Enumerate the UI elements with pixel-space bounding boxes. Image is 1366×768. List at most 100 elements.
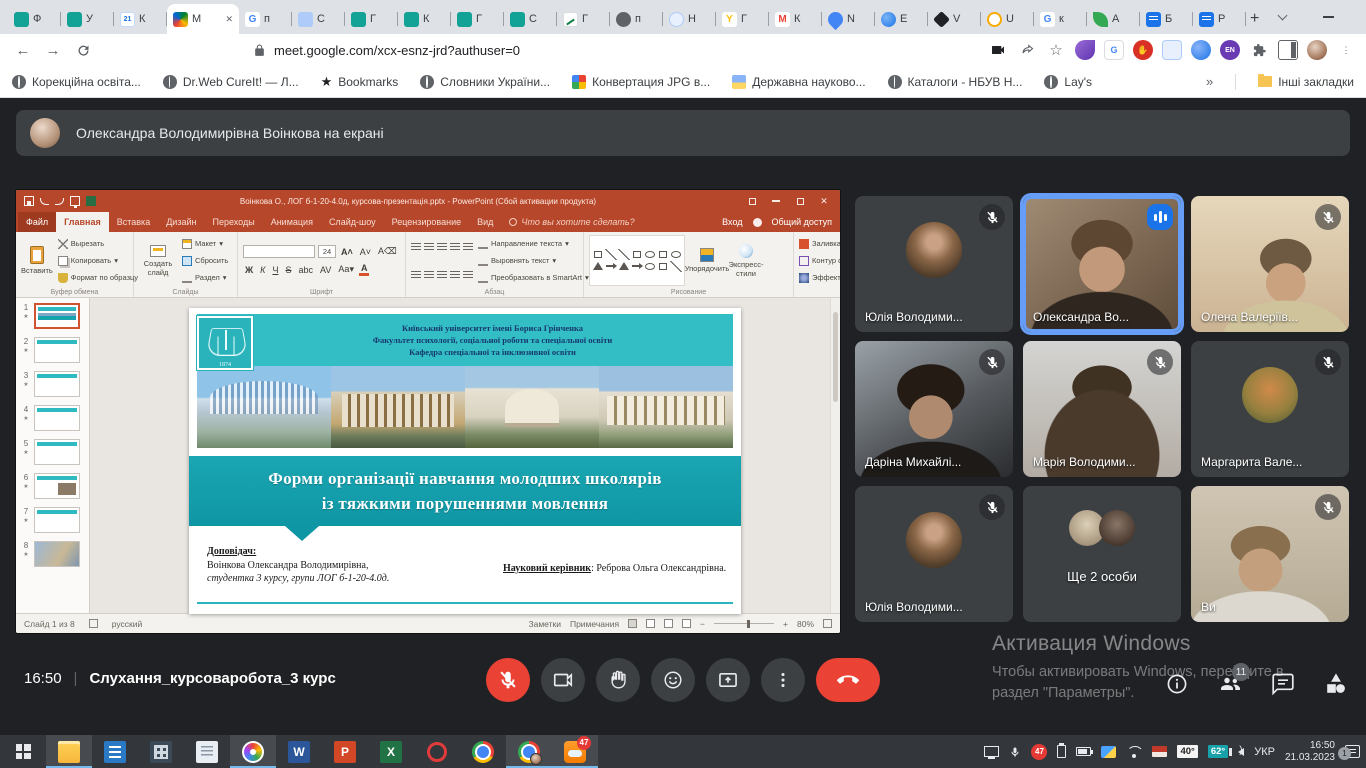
bold-button[interactable]: Ж bbox=[243, 265, 255, 275]
strikethrough-button[interactable]: S bbox=[283, 265, 293, 275]
tell-me-box[interactable]: Что вы хотите сделать? bbox=[501, 217, 642, 227]
ppt-menu-tab[interactable]: Анимация bbox=[263, 212, 321, 232]
forward-icon[interactable]: → bbox=[38, 37, 68, 63]
browser-tab[interactable]: Г bbox=[451, 4, 504, 34]
browser-tab[interactable]: А bbox=[1087, 4, 1140, 34]
reactions-button[interactable] bbox=[651, 658, 695, 702]
bookmark-item[interactable]: Словники України... bbox=[420, 75, 550, 89]
taskbar-app-ppt[interactable]: P bbox=[322, 735, 368, 768]
share-icon[interactable] bbox=[1017, 40, 1037, 60]
ppt-share-button[interactable]: Общий доступ bbox=[772, 217, 832, 227]
zoom-in-icon[interactable]: + bbox=[783, 619, 788, 629]
tray-temp-day[interactable]: 40° bbox=[1177, 745, 1197, 758]
ext-person-icon[interactable] bbox=[1162, 40, 1182, 60]
browser-tab[interactable]: С bbox=[292, 4, 345, 34]
slide-thumbnail[interactable]: 5★ bbox=[21, 439, 86, 465]
ppt-menu-tab[interactable]: Рецензирование bbox=[384, 212, 470, 232]
bookmark-item[interactable]: Lay's bbox=[1044, 75, 1092, 89]
browser-tab[interactable]: п bbox=[610, 4, 663, 34]
section-button[interactable]: Раздел ▾ bbox=[182, 271, 228, 284]
participant-tile[interactable]: Марія Володими... bbox=[1023, 341, 1181, 477]
tray-wifi-icon[interactable] bbox=[1126, 746, 1142, 758]
reset-button[interactable]: Сбросить bbox=[182, 254, 228, 267]
shapes-gallery[interactable] bbox=[589, 235, 685, 286]
shared-screen-tile[interactable]: Воінкова О., ЛОГ б-1-20-4.0д, курсова-пр… bbox=[16, 190, 840, 633]
smartart-button[interactable]: Преобразовать в SmartArt ▾ bbox=[478, 271, 589, 284]
sidebar-icon[interactable] bbox=[1278, 40, 1298, 60]
info-icon[interactable] bbox=[1165, 672, 1189, 696]
italic-button[interactable]: К bbox=[258, 265, 267, 275]
case-button[interactable]: Аа▾ bbox=[336, 264, 356, 275]
shape-effects-button[interactable]: Эффекты фигуры ▾ bbox=[799, 271, 840, 284]
font-name-box[interactable] bbox=[243, 245, 315, 258]
start-button[interactable] bbox=[0, 735, 46, 768]
align-center-icon[interactable] bbox=[424, 271, 434, 272]
ext-blocker-icon[interactable]: ✋ bbox=[1133, 40, 1153, 60]
ppt-menu-tab[interactable]: Слайд-шоу bbox=[321, 212, 384, 232]
taskbar-app-explorer[interactable] bbox=[46, 735, 92, 768]
slideshow-icon[interactable] bbox=[70, 196, 80, 206]
tray-volume-icon[interactable] bbox=[1238, 748, 1244, 756]
browser-tab[interactable]: У bbox=[61, 4, 114, 34]
save-icon[interactable] bbox=[24, 196, 34, 206]
extensions-puzzle-icon[interactable] bbox=[1249, 40, 1269, 60]
fit-slide-icon[interactable] bbox=[823, 619, 832, 628]
ppt-menu-tab[interactable]: Вид bbox=[469, 212, 501, 232]
shape-outline-button[interactable]: Контур фигуры ▾ bbox=[799, 254, 840, 267]
slide-thumbnail[interactable]: 8★ bbox=[21, 541, 86, 567]
present-button[interactable] bbox=[706, 658, 750, 702]
tab-camera-indicator-icon[interactable] bbox=[988, 40, 1008, 60]
browser-tab[interactable]: Gк bbox=[1034, 4, 1087, 34]
new-tab-button[interactable]: + bbox=[1250, 6, 1259, 32]
taskbar-app-cloud[interactable]: 47 bbox=[552, 735, 598, 768]
canvas-scrollbar[interactable] bbox=[830, 298, 840, 613]
participant-tile[interactable]: Маргарита Вале... bbox=[1191, 341, 1349, 477]
tab-close-icon[interactable]: ✕ bbox=[225, 14, 233, 25]
slide-thumbnail[interactable]: 2★ bbox=[21, 337, 86, 363]
tray-battery-icon[interactable] bbox=[1076, 747, 1091, 756]
shrink-font-icon[interactable]: A˅ bbox=[358, 247, 373, 257]
browser-tab[interactable]: С bbox=[504, 4, 557, 34]
tab-search-icon[interactable] bbox=[1259, 0, 1305, 34]
browser-tab[interactable]: N bbox=[822, 4, 875, 34]
people-icon[interactable]: 11 bbox=[1218, 672, 1242, 696]
ppt-restore-button[interactable] bbox=[788, 191, 812, 211]
participant-tile[interactable]: Даріна Михайлі... bbox=[855, 341, 1013, 477]
bookmark-item[interactable]: Dr.Web CureIt! — Л... bbox=[163, 75, 299, 89]
spacing-button[interactable]: AV bbox=[318, 265, 333, 275]
notes-button[interactable]: Заметки bbox=[528, 619, 561, 629]
maximize-button[interactable] bbox=[1351, 0, 1366, 34]
mic-off-button[interactable] bbox=[486, 658, 530, 702]
tray-display-icon[interactable] bbox=[984, 746, 999, 757]
normal-view-icon[interactable] bbox=[628, 619, 637, 628]
ext-translate-icon[interactable]: G bbox=[1104, 40, 1124, 60]
zoom-out-icon[interactable]: − bbox=[700, 619, 705, 629]
tray-clock[interactable]: 16:5021.03.2023 bbox=[1285, 740, 1335, 764]
slide-thumbnail[interactable]: 6★ bbox=[21, 473, 86, 499]
reading-view-icon[interactable] bbox=[664, 619, 673, 628]
tray-network-icon[interactable] bbox=[1101, 746, 1116, 758]
spellcheck-icon[interactable] bbox=[89, 619, 98, 628]
copy-button[interactable]: Копировать ▾ bbox=[58, 254, 138, 267]
language-indicator[interactable]: русский bbox=[112, 619, 143, 629]
bookmark-item[interactable]: Корекційна освіта... bbox=[12, 75, 141, 89]
tray-temp-night[interactable]: 62° bbox=[1208, 745, 1228, 758]
browser-tab[interactable]: Р bbox=[1193, 4, 1246, 34]
browser-tab[interactable]: YГ bbox=[716, 4, 769, 34]
ppt-menu-tab[interactable]: Главная bbox=[56, 212, 109, 232]
participant-tile[interactable]: Юлія Володими... bbox=[855, 486, 1013, 622]
camera-button[interactable] bbox=[541, 658, 585, 702]
bookmark-item[interactable]: ★Bookmarks bbox=[321, 75, 399, 89]
chat-icon[interactable] bbox=[1271, 672, 1295, 696]
ppt-ribbon-options-icon[interactable] bbox=[740, 191, 764, 211]
tray-mic-icon[interactable] bbox=[1009, 745, 1021, 759]
grow-font-icon[interactable]: A˄ bbox=[339, 247, 355, 257]
taskbar-app-paint[interactable] bbox=[230, 735, 276, 768]
participant-tile[interactable]: Юлія Володими... bbox=[855, 196, 1013, 332]
font-size-box[interactable]: 24 bbox=[318, 245, 336, 258]
taskbar-app-word[interactable]: W bbox=[276, 735, 322, 768]
align-left-icon[interactable] bbox=[411, 271, 421, 272]
tray-notifications-icon[interactable]: 1 bbox=[1345, 745, 1360, 758]
ppt-close-button[interactable]: ✕ bbox=[812, 191, 836, 211]
shadow-button[interactable]: abc bbox=[296, 265, 315, 275]
